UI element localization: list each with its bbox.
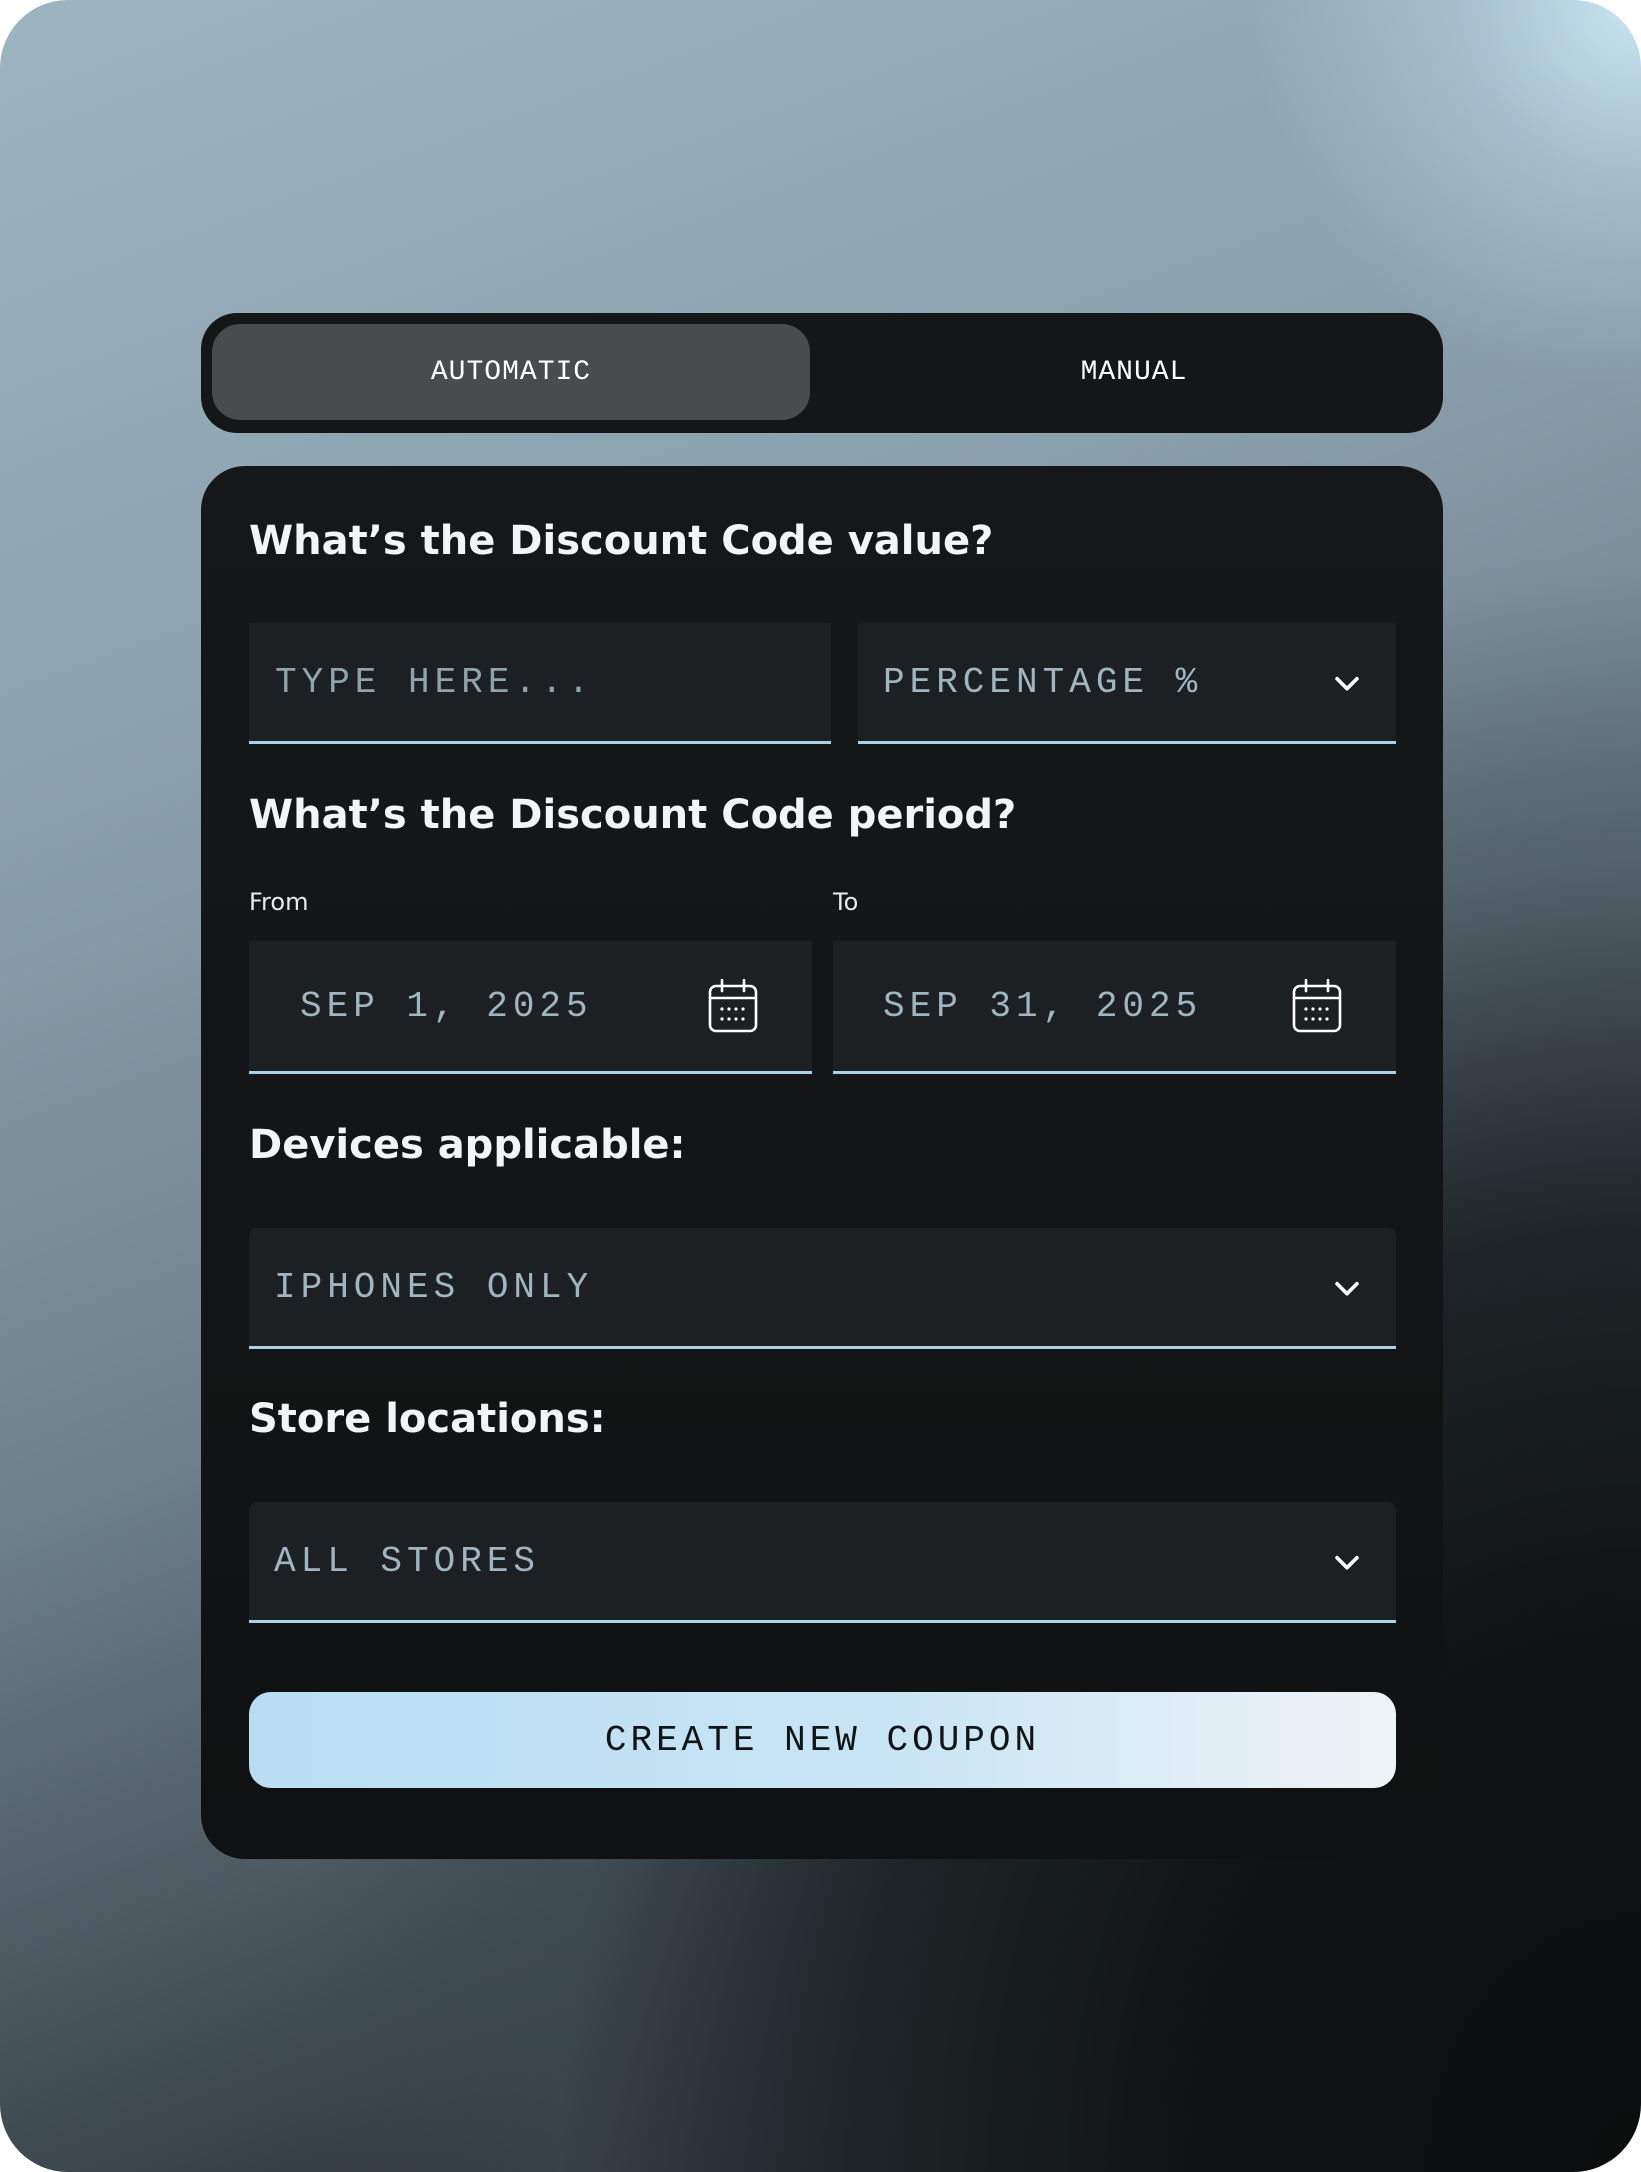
from-date-value: SEP 1, 2025 (300, 985, 593, 1027)
calendar-icon[interactable] (708, 979, 758, 1033)
from-label: From (249, 888, 309, 916)
discount-type-value: PERCENTAGE % (883, 661, 1203, 703)
mode-toggle: AUTOMATIC MANUAL (201, 313, 1443, 433)
discount-value-input[interactable] (249, 623, 831, 741)
value-question: What’s the Discount Code value? (249, 518, 994, 564)
coupon-form-card: What’s the Discount Code value? PERCENTA… (201, 466, 1443, 1859)
app-frame: AUTOMATIC MANUAL What’s the Discount Cod… (0, 0, 1641, 2172)
chevron-down-icon (1335, 676, 1359, 691)
discount-value-field[interactable] (249, 623, 831, 744)
chevron-down-icon (1335, 1281, 1359, 1296)
period-question: What’s the Discount Code period? (249, 792, 1017, 838)
devices-select-value: IPHONES ONLY (274, 1266, 594, 1308)
stores-select[interactable]: ALL STORES (249, 1502, 1396, 1623)
devices-question: Devices applicable: (249, 1122, 686, 1168)
create-coupon-button[interactable]: CREATE NEW COUPON (249, 1692, 1396, 1788)
from-date-field[interactable]: SEP 1, 2025 (249, 941, 812, 1074)
to-label: To (833, 888, 859, 916)
tab-automatic[interactable]: AUTOMATIC (212, 324, 810, 420)
stores-question: Store locations: (249, 1396, 606, 1442)
chevron-down-icon (1335, 1555, 1359, 1570)
tab-manual[interactable]: MANUAL (837, 324, 1431, 420)
discount-type-select[interactable]: PERCENTAGE % (858, 623, 1396, 744)
calendar-icon[interactable] (1292, 979, 1342, 1033)
devices-select[interactable]: IPHONES ONLY (249, 1228, 1396, 1349)
to-date-field[interactable]: SEP 31, 2025 (833, 941, 1396, 1074)
stores-select-value: ALL STORES (274, 1540, 541, 1582)
to-date-value: SEP 31, 2025 (883, 985, 1203, 1027)
